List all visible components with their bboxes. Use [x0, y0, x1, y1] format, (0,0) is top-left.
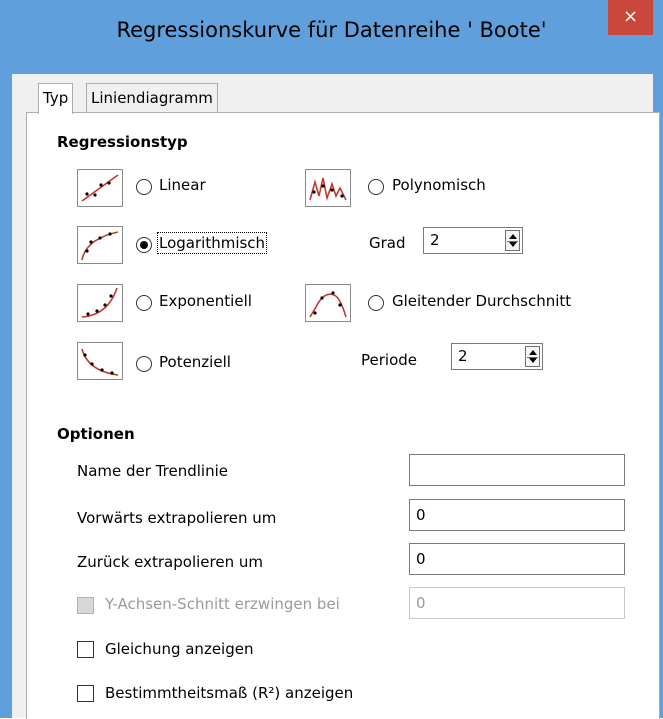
moving-average-trend-icon[interactable]	[305, 284, 351, 322]
spin-down-icon[interactable]	[529, 358, 537, 363]
forward-extrapolation-value[interactable]: 0	[416, 506, 426, 524]
show-equation-label[interactable]: Gleichung anzeigen	[105, 640, 253, 658]
linear-trend-icon[interactable]	[77, 169, 123, 207]
spin-up-icon[interactable]	[509, 234, 517, 239]
linear-label[interactable]: Linear	[159, 176, 206, 194]
linear-radio[interactable]	[136, 179, 152, 195]
intercept-value: 0	[416, 594, 426, 612]
power-trend-icon[interactable]	[77, 342, 123, 380]
degree-spinbox[interactable]: 2	[423, 227, 523, 254]
spin-up-icon[interactable]	[529, 350, 537, 355]
close-button[interactable]: ×	[608, 0, 653, 35]
intercept-label: Y-Achsen-Schnitt erzwingen bei	[105, 595, 340, 613]
degree-spin-buttons[interactable]	[505, 230, 520, 251]
title-bar[interactable]: Regressionskurve für Datenreihe ' Boote'…	[0, 0, 663, 74]
dialog-title: Regressionskurve für Datenreihe ' Boote'	[116, 18, 547, 42]
period-spin-buttons[interactable]	[525, 346, 540, 367]
moving-average-label[interactable]: Gleitender Durchschnitt	[392, 292, 571, 310]
logarithmic-radio[interactable]	[136, 237, 152, 253]
window-frame-left	[0, 74, 12, 718]
period-label: Periode	[361, 351, 418, 369]
power-label[interactable]: Potenziell	[159, 353, 231, 371]
polynomial-trend-icon[interactable]	[305, 169, 351, 207]
moving-average-radio[interactable]	[368, 295, 384, 311]
logarithmic-label[interactable]: Logarithmisch	[156, 232, 268, 254]
tab-panel-typ: Regressionstyp Linear Logarithmisch Expo…	[26, 112, 660, 719]
period-spinbox[interactable]: 2	[451, 343, 543, 370]
tab-liniendiagramm[interactable]: Liniendiagramm	[86, 83, 218, 113]
dialog-window: Regressionskurve für Datenreihe ' Boote'…	[0, 0, 663, 719]
trendline-name-input[interactable]	[409, 454, 625, 486]
tab-typ[interactable]: Typ	[38, 83, 74, 114]
show-r2-checkbox[interactable]	[77, 685, 94, 702]
intercept-checkbox	[77, 597, 94, 614]
show-r2-label[interactable]: Bestimmtheitsmaß (R²) anzeigen	[105, 684, 353, 702]
backward-extrapolation-label: Zurück extrapolieren um	[77, 553, 263, 571]
backward-extrapolation-value[interactable]: 0	[416, 550, 426, 568]
period-value[interactable]: 2	[458, 347, 468, 365]
exponential-label[interactable]: Exponentiell	[159, 292, 252, 310]
logarithmic-trend-icon[interactable]	[77, 226, 123, 264]
backward-extrapolation-input[interactable]: 0	[409, 543, 625, 575]
intercept-input: 0	[409, 587, 625, 619]
power-radio[interactable]	[136, 356, 152, 372]
options-heading: Optionen	[57, 425, 135, 443]
forward-extrapolation-label: Vorwärts extrapolieren um	[77, 509, 277, 527]
spin-down-icon[interactable]	[509, 242, 517, 247]
degree-label: Grad	[369, 234, 406, 252]
regression-heading: Regressionstyp	[57, 133, 188, 151]
exponential-radio[interactable]	[136, 295, 152, 311]
degree-value[interactable]: 2	[430, 231, 440, 249]
show-equation-checkbox[interactable]	[77, 641, 94, 658]
exponential-trend-icon[interactable]	[77, 284, 123, 322]
polynomial-radio[interactable]	[368, 179, 384, 195]
polynomial-label[interactable]: Polynomisch	[392, 176, 486, 194]
trendline-name-label: Name der Trendlinie	[77, 462, 228, 480]
forward-extrapolation-input[interactable]: 0	[409, 499, 625, 531]
